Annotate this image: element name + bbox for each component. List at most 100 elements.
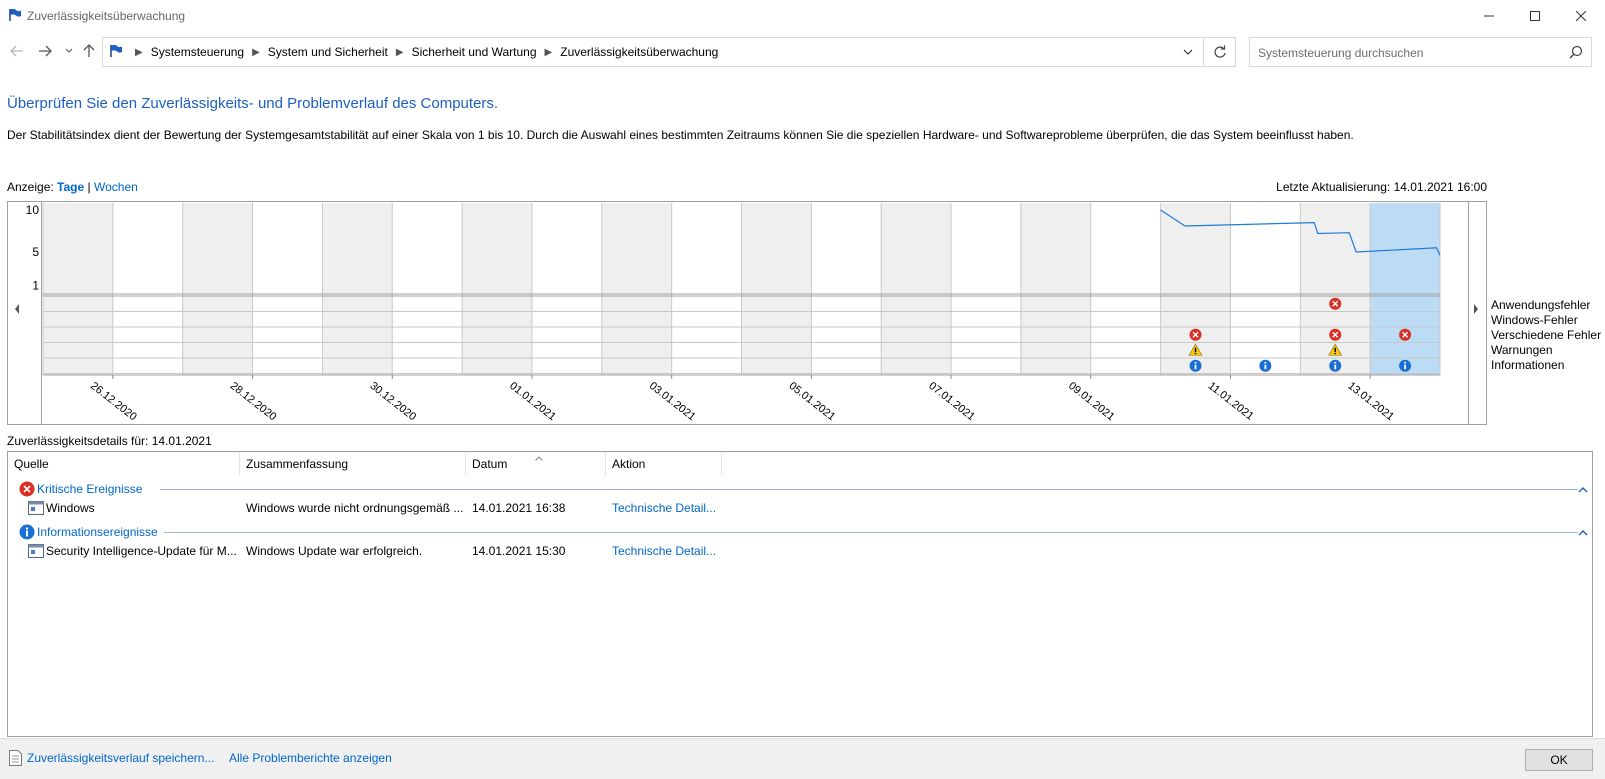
breadcrumb-separator-icon[interactable]: ▶ <box>545 47 553 58</box>
navigation-bar: ▶ Systemsteuerung ▶ System und Sicherhei… <box>0 31 1605 71</box>
address-dropdown-chevron-icon[interactable] <box>1175 38 1201 66</box>
chart-column[interactable] <box>671 203 742 375</box>
flag-icon <box>109 44 123 61</box>
recent-locations-chevron-icon[interactable] <box>60 42 78 60</box>
chart-column[interactable] <box>1020 203 1091 375</box>
column-header-action[interactable]: Aktion <box>606 452 722 476</box>
row-technical-details-link[interactable]: Technische Detail... <box>612 501 716 515</box>
view-days-link[interactable]: Tage <box>57 180 84 194</box>
breadcrumb-separator-icon[interactable]: ▶ <box>135 47 143 58</box>
chart-column[interactable] <box>741 203 812 375</box>
chart-y-tick-label: 10 <box>26 203 40 217</box>
chart-column[interactable] <box>322 203 393 375</box>
maximize-button[interactable] <box>1512 0 1558 31</box>
up-arrow-icon[interactable] <box>80 42 98 60</box>
chart-legend: Anwendungsfehler Windows-Fehler Verschie… <box>1491 298 1601 373</box>
chart-x-tick-label: 03.01.2021 <box>647 380 698 423</box>
group-title-critical[interactable]: Kritische Ereignisse <box>37 482 142 496</box>
row-source: Security Intelligence-Update für M... <box>46 544 237 558</box>
minimize-button[interactable] <box>1466 0 1512 31</box>
group-divider <box>164 532 1578 533</box>
chart-column[interactable] <box>531 203 602 375</box>
breadcrumb-item[interactable]: Sicherheit und Wartung <box>412 45 537 59</box>
sort-ascending-icon <box>535 450 543 464</box>
view-weeks-link[interactable]: Wochen <box>94 180 138 194</box>
ok-button[interactable]: OK <box>1525 749 1593 771</box>
page-title: Überprüfen Sie den Zuverlässigkeits- und… <box>7 95 499 112</box>
row-summary: Windows Update war erfolgreich. <box>246 544 423 558</box>
chart-column[interactable] <box>112 203 183 375</box>
stability-chart-svg[interactable]: 10 5 1 26.12.2020 28.12.2020 30.12.2020 01.01.… <box>8 202 1486 424</box>
window-app-icon <box>28 544 44 561</box>
save-history-link[interactable]: Zuverlässigkeitsverlauf speichern... <box>27 751 214 765</box>
info-icon-mark <box>1404 364 1406 370</box>
chart-column[interactable] <box>392 203 463 375</box>
chart-column[interactable] <box>252 203 323 375</box>
window-title: Zuverlässigkeitsüberwachung <box>27 9 186 23</box>
breadcrumb-item[interactable]: Zuverlässigkeitsüberwachung <box>560 45 718 59</box>
footer-bar: Zuverlässigkeitsverlauf speichern... All… <box>0 738 1605 779</box>
chart-column[interactable] <box>1090 203 1161 375</box>
info-icon-mark <box>1334 364 1337 370</box>
chart-column[interactable] <box>1370 203 1440 375</box>
address-bar[interactable]: ▶ Systemsteuerung ▶ System und Sicherhei… <box>102 37 1236 67</box>
table-row[interactable]: Security Intelligence-Update für M... Wi… <box>8 541 1592 561</box>
view-separator: | <box>87 180 91 194</box>
info-icon-dot <box>1194 361 1197 364</box>
details-table: Quelle Zusammenfassung Datum Aktion Krit… <box>7 451 1593 737</box>
collapse-chevron-icon[interactable] <box>1578 526 1588 540</box>
chart-column[interactable] <box>811 203 882 375</box>
back-arrow-icon[interactable] <box>8 42 26 60</box>
warning-icon-mark <box>1334 347 1336 352</box>
row-technical-details-link[interactable]: Technische Detail... <box>612 544 716 558</box>
chart-column[interactable] <box>43 203 113 375</box>
chart-y-tick-label: 1 <box>32 279 39 293</box>
table-row[interactable]: Windows Windows wurde nicht ordnungsgemä… <box>8 498 1592 518</box>
window-app-icon <box>28 501 44 518</box>
breadcrumb: ▶ Systemsteuerung ▶ System und Sicherhei… <box>103 38 720 66</box>
scroll-right-arrow-icon[interactable] <box>1474 304 1478 314</box>
search-input[interactable]: Systemsteuerung durchsuchen <box>1249 37 1592 67</box>
info-icon-dot <box>1334 361 1337 364</box>
breadcrumb-item[interactable]: System und Sicherheit <box>268 45 388 59</box>
chart-column[interactable] <box>462 203 532 375</box>
chart-column[interactable] <box>1230 203 1301 375</box>
column-header-summary[interactable]: Zusammenfassung <box>240 452 466 476</box>
column-header-source[interactable]: Quelle <box>8 452 240 476</box>
legend-misc-errors: Verschiedene Fehler <box>1491 328 1602 342</box>
chart-column[interactable] <box>601 203 672 375</box>
chart-x-tick-label: 30.12.2020 <box>367 380 418 423</box>
group-divider <box>160 489 1578 490</box>
chart-column[interactable] <box>951 203 1021 375</box>
row-date: 14.01.2021 16:38 <box>472 501 566 515</box>
chart-column[interactable] <box>881 203 952 375</box>
forward-arrow-icon[interactable] <box>36 42 54 60</box>
row-date: 14.01.2021 15:30 <box>472 544 566 558</box>
group-title-information[interactable]: Informationsereignisse <box>37 525 158 539</box>
collapse-chevron-icon[interactable] <box>1578 483 1588 497</box>
flag-icon <box>8 8 22 25</box>
info-icon-dot <box>1264 361 1267 364</box>
legend-information: Informationen <box>1491 358 1565 372</box>
reliability-chart[interactable]: 10 5 1 26.12.2020 28.12.2020 30.12.2020 01.01.… <box>7 201 1487 425</box>
save-document-icon <box>9 750 22 769</box>
warning-icon-dot <box>1334 352 1336 355</box>
chart-x-tick-label: 09.01.2021 <box>1066 380 1117 423</box>
breadcrumb-separator-icon[interactable]: ▶ <box>396 47 404 58</box>
info-icon-dot <box>1404 361 1406 364</box>
chart-x-tick-label: 28.12.2020 <box>228 380 279 423</box>
refresh-icon[interactable] <box>1203 38 1235 66</box>
chart-x-tick-label: 07.01.2021 <box>926 380 977 423</box>
details-label: Zuverlässigkeitsdetails für: 14.01.2021 <box>7 434 212 448</box>
chart-x-tick-label: 13.01.2021 <box>1345 380 1396 423</box>
all-problem-reports-link[interactable]: Alle Problemberichte anzeigen <box>229 751 392 765</box>
close-button[interactable] <box>1558 0 1604 31</box>
info-icon-mark <box>1194 364 1197 370</box>
chart-column[interactable] <box>182 203 253 375</box>
search-icon[interactable] <box>1569 45 1583 62</box>
breadcrumb-separator-icon[interactable]: ▶ <box>252 47 260 58</box>
breadcrumb-item[interactable]: Systemsteuerung <box>151 45 244 59</box>
scroll-left-arrow-icon[interactable] <box>15 304 19 314</box>
chart-x-tick-label: 26.12.2020 <box>88 380 139 423</box>
chart-x-tick-label: 01.01.2021 <box>507 380 558 423</box>
